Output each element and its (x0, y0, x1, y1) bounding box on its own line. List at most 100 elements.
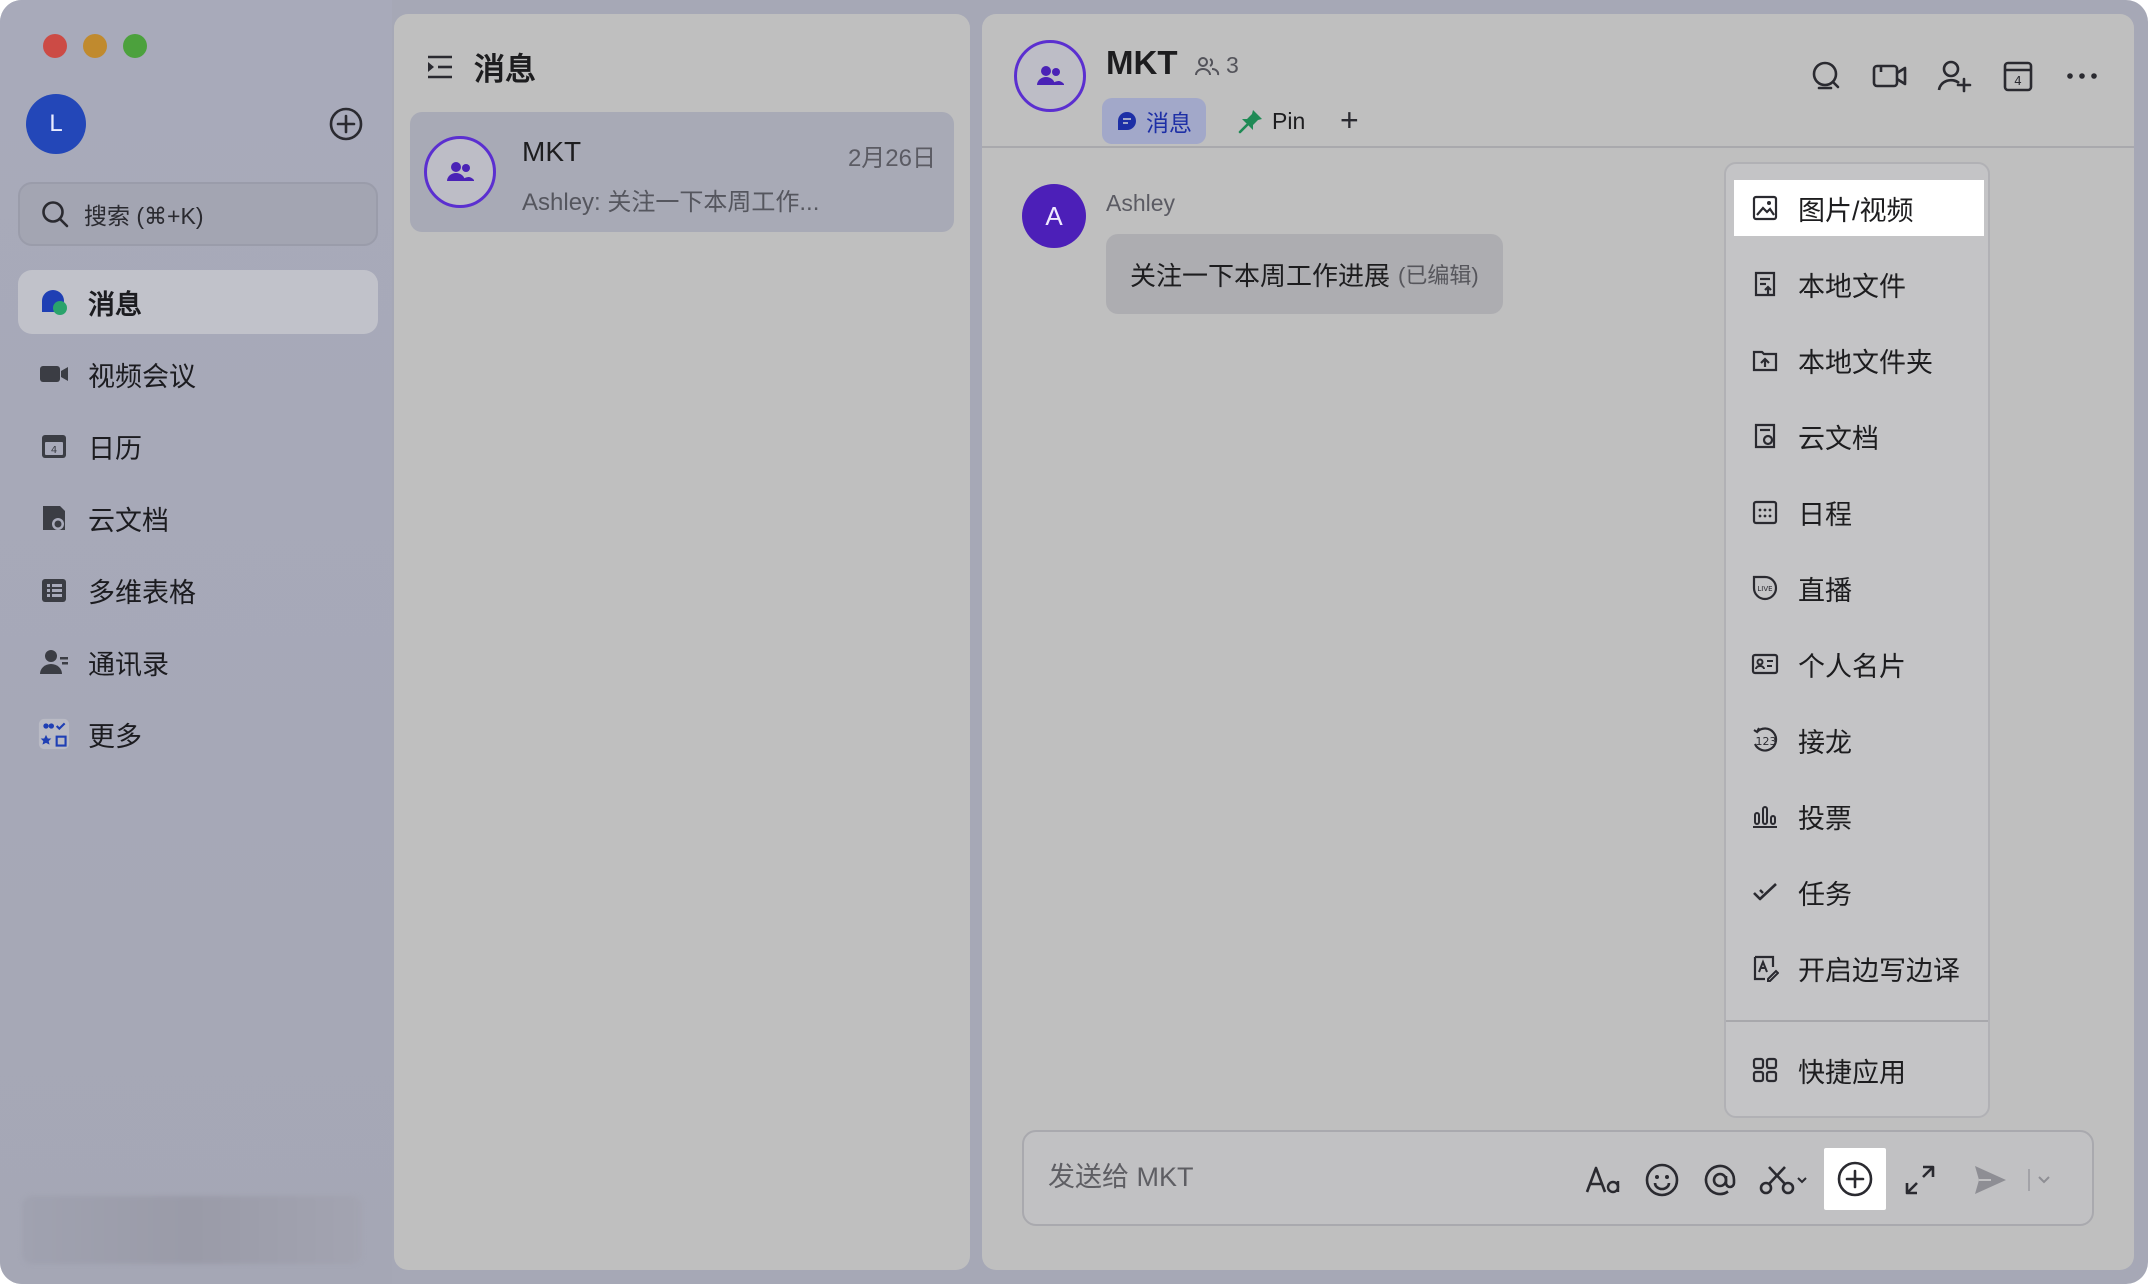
plus-circle-icon (1837, 1161, 1873, 1197)
message-text: 关注一下本周工作进展 (1130, 260, 1391, 291)
sidebar-item-video-meeting[interactable]: 视频会议 (18, 342, 378, 406)
text-format-button[interactable] (1584, 1160, 1624, 1200)
sidebar-item-label: 视频会议 (88, 361, 196, 392)
sender-name: Ashley (1106, 190, 1176, 216)
member-count-value: 3 (1226, 52, 1239, 78)
menu-item-relay[interactable]: 123 接龙 (1734, 712, 1984, 768)
member-count[interactable]: 3 (1194, 52, 1239, 79)
chat-bubble-icon (38, 286, 70, 318)
menu-item-label: 日程 (1798, 499, 1852, 530)
minimize-window-button[interactable] (83, 34, 107, 58)
add-member-button[interactable] (1936, 58, 1972, 94)
cloud-doc-icon (38, 502, 70, 534)
user-avatar[interactable]: L (26, 94, 86, 154)
more-attachments-button[interactable] (1824, 1148, 1886, 1210)
menu-item-business-card[interactable]: 个人名片 (1734, 636, 1984, 692)
svg-text:4: 4 (51, 445, 57, 456)
pin-icon (1238, 110, 1262, 134)
scissors-icon (1759, 1166, 1807, 1195)
search-placeholder: 搜索 (⌘+K) (84, 203, 204, 229)
collapse-list-icon[interactable] (424, 51, 456, 83)
business-card-icon (1750, 649, 1780, 679)
menu-item-label: 投票 (1798, 803, 1852, 834)
menu-item-image-video[interactable]: 图片/视频 (1734, 180, 1984, 236)
svg-text:4: 4 (2014, 74, 2022, 88)
menu-item-quick-apps[interactable]: 快捷应用 (1734, 1042, 1984, 1098)
message-input[interactable] (1048, 1162, 1548, 1193)
translate-icon (1750, 953, 1780, 983)
calendar-icon: 4 (2003, 61, 2033, 92)
image-icon (1750, 193, 1780, 223)
create-new-button[interactable] (328, 106, 364, 142)
screenshot-button[interactable] (1758, 1160, 1814, 1200)
group-icon (447, 162, 474, 181)
menu-item-live[interactable]: LIVE 直播 (1734, 560, 1984, 616)
chat-calendar-button[interactable]: 4 (2000, 58, 2036, 94)
search-chat-button[interactable] (1808, 58, 1844, 94)
page-title: 消息 (474, 52, 536, 87)
attachment-menu: 图片/视频 本地文件 本地文件夹 云文档 日程 LIVE 直播 个人名片 123… (1724, 162, 1990, 1118)
local-file-icon (1750, 269, 1780, 299)
tab-messages[interactable]: 消息 (1102, 98, 1206, 144)
menu-item-label: 本地文件 (1798, 271, 1906, 302)
menu-item-cloud-doc[interactable]: 云文档 (1734, 408, 1984, 464)
sender-avatar[interactable]: A (1022, 184, 1086, 248)
maximize-window-button[interactable] (123, 34, 147, 58)
search-input[interactable]: 搜索 (⌘+K) (18, 182, 378, 246)
menu-item-label: 任务 (1798, 879, 1852, 910)
group-icon (1037, 66, 1064, 85)
svg-text:123: 123 (1756, 735, 1777, 748)
at-sign-icon (1704, 1164, 1736, 1196)
message-bubble-icon (1118, 112, 1136, 130)
menu-item-local-file[interactable]: 本地文件 (1734, 256, 1984, 312)
menu-item-local-folder[interactable]: 本地文件夹 (1734, 332, 1984, 388)
chat-list-item[interactable]: MKT 2月26日 Ashley: 关注一下本周工作... (410, 112, 954, 232)
folder-upload-icon (1750, 345, 1780, 375)
group-avatar (424, 136, 496, 208)
send-options-button[interactable] (2024, 1160, 2060, 1200)
sidebar-item-calendar[interactable]: 4 日历 (18, 414, 378, 478)
menu-item-label: 图片/视频 (1798, 195, 1914, 226)
close-window-button[interactable] (43, 34, 67, 58)
search-icon (42, 201, 69, 228)
tab-pin[interactable]: Pin (1224, 98, 1319, 144)
sidebar-item-contacts[interactable]: 通讯录 (18, 630, 378, 694)
blurred-footer (22, 1196, 362, 1264)
apps-grid-icon (38, 718, 70, 750)
menu-divider (1726, 1020, 1988, 1022)
menu-item-label: 接龙 (1798, 727, 1852, 758)
mention-button[interactable] (1700, 1160, 1740, 1200)
video-camera-icon (38, 358, 70, 390)
sidebar-item-messages[interactable]: 消息 (18, 270, 378, 334)
task-icon (1750, 877, 1780, 907)
emoji-button[interactable] (1642, 1160, 1682, 1200)
smiley-icon (1645, 1163, 1679, 1197)
quick-apps-icon (1750, 1055, 1780, 1085)
more-options-button[interactable] (2064, 58, 2100, 94)
sidebar-item-label: 日历 (88, 433, 142, 464)
sidebar-item-more[interactable]: 更多 (18, 702, 378, 766)
chat-header-avatar[interactable] (1014, 40, 1086, 112)
relay-icon: 123 (1750, 725, 1780, 755)
more-horizontal-icon (2067, 73, 2097, 79)
menu-item-live-translate[interactable]: 开启边写边译 (1734, 940, 1984, 996)
sidebar-item-base-table[interactable]: 多维表格 (18, 558, 378, 622)
menu-item-vote[interactable]: 投票 (1734, 788, 1984, 844)
expand-editor-button[interactable] (1900, 1160, 1940, 1200)
video-call-button[interactable] (1872, 58, 1908, 94)
add-tab-button[interactable]: + (1340, 102, 1359, 138)
menu-item-task[interactable]: 任务 (1734, 864, 1984, 920)
sidebar-item-label: 通讯录 (88, 649, 169, 680)
sidebar-item-cloud-docs[interactable]: 云文档 (18, 486, 378, 550)
chat-list-pane: 消息 MKT 2月26日 Ashley: 关注一下本周工作... (394, 14, 970, 1270)
contacts-icon (38, 646, 70, 678)
calendar-icon: 4 (38, 430, 70, 462)
sidebar: L 搜索 (⌘+K) 消息 视频会议 4 日历 云文档 多维表格 通讯录 更多 (0, 0, 392, 1284)
chat-date: 2月26日 (847, 145, 936, 172)
tab-label: Pin (1272, 107, 1306, 134)
add-user-icon (1937, 60, 1972, 93)
message-bubble[interactable]: 关注一下本周工作进展 (已编辑) (1106, 234, 1503, 314)
menu-item-schedule[interactable]: 日程 (1734, 484, 1984, 540)
send-button[interactable] (1970, 1160, 2010, 1200)
menu-item-label: 个人名片 (1798, 651, 1906, 682)
